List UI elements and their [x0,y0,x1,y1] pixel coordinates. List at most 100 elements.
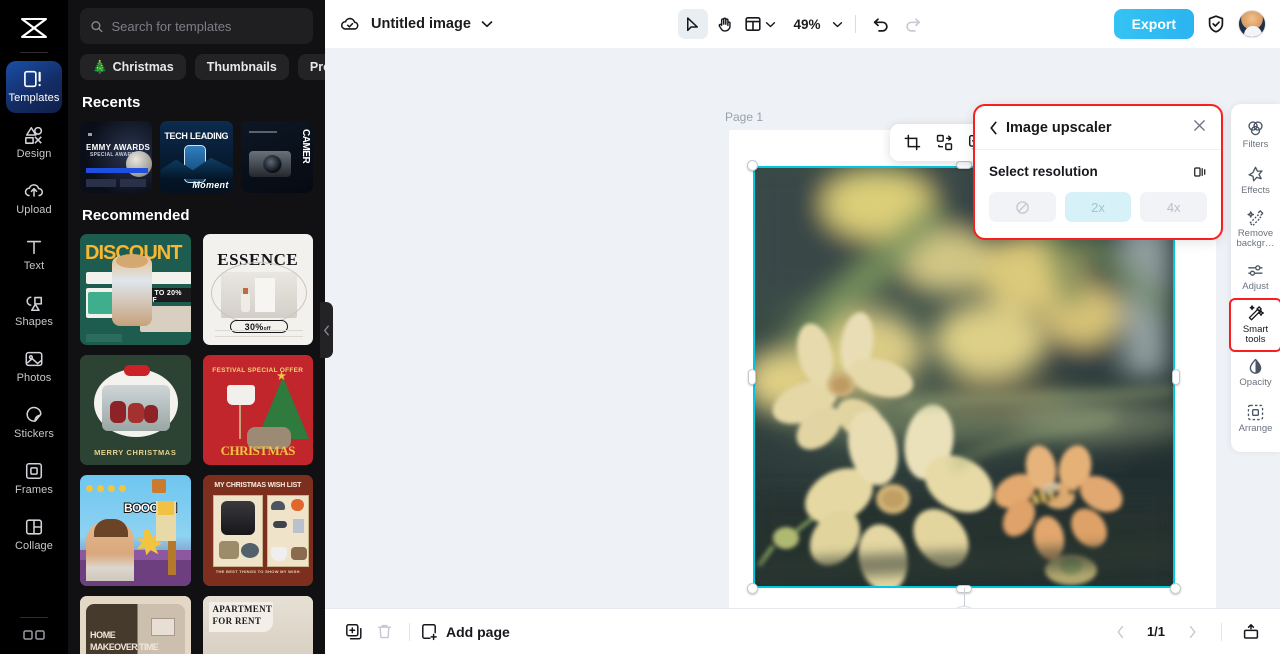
sidebar-item-shapes[interactable]: Shapes [6,285,62,337]
sidebar-item-label: Design [16,148,52,161]
resize-handle-top[interactable] [956,161,972,169]
redo-button[interactable] [898,9,928,39]
recommended-grid: DISCOUNT UP TO 20% OFF ESSENCE [80,234,313,654]
shapes-icon [26,296,43,312]
template-card[interactable]: TECH LEADING Moment [160,121,233,194]
undo-button[interactable] [866,9,896,39]
back-button[interactable] [989,121,998,135]
layout-tool-button[interactable] [741,15,777,33]
tool-label: Effects [1241,185,1270,197]
resize-handle-right[interactable] [1172,369,1180,385]
crop-icon [904,134,920,151]
close-button[interactable] [1192,118,1207,138]
add-page-icon [422,623,437,640]
search-input[interactable] [111,18,303,34]
document-title[interactable]: Untitled image [371,16,471,32]
crop-button[interactable] [898,129,926,157]
chevron-down-icon[interactable] [481,20,493,28]
resolution-option-none[interactable] [989,192,1056,222]
rotate-stem [964,588,965,608]
resize-handle-left[interactable] [748,369,756,385]
tool-remove-background[interactable]: Remove backgr… [1231,204,1280,254]
resize-handle-bottom-left[interactable] [747,583,758,594]
shield-check-icon[interactable] [1206,14,1226,34]
chevron-down-icon [765,21,775,27]
template-card[interactable]: HOME MAKEOVER TIME Shop Stylish Furnitur… [80,595,191,654]
resolution-options: 2x 4x [989,192,1208,222]
resize-handle-bottom-right[interactable] [1170,583,1181,594]
toolbar-right-group: Export [1113,9,1266,39]
sidebar-item-text[interactable]: Text [6,229,62,281]
sidebar-item-design[interactable]: Design [6,117,62,169]
sidebar-item-templates[interactable]: Templates [6,61,62,113]
sidebar-item-photos[interactable]: Photos [6,341,62,393]
template-card[interactable]: ESSENCE 30%off [202,234,313,345]
templates-icon [24,71,41,88]
tool-adjust[interactable]: Adjust [1231,254,1280,300]
chip-christmas[interactable]: 🎄 Christmas [80,54,186,80]
capcut-logo[interactable] [12,10,56,46]
toolbar-divider [854,15,856,33]
upscaler-body: Select resolution 2x 4x [975,150,1221,238]
prev-page-button[interactable] [1105,617,1135,647]
christmas-tree-emoji: 🎄 [92,59,108,74]
template-card[interactable]: APARTMENT FOR RENT [202,595,313,654]
resolution-option-4x[interactable]: 4x [1140,192,1208,222]
zoom-control[interactable]: 49% [791,17,844,32]
duplicate-page-button[interactable] [339,617,369,647]
tool-arrange[interactable]: Arrange [1231,396,1280,442]
avatar[interactable] [1238,10,1266,38]
tool-effects[interactable]: Effects [1231,158,1280,204]
select-tool-button[interactable] [677,9,708,39]
template-card[interactable]: MY CHRISTMAS WISH LIST THE BEST THINGS T… [202,475,313,586]
panel-collapse-handle[interactable] [320,302,333,358]
redo-icon [905,18,920,32]
tool-smart-tools[interactable]: Smart tools [1229,297,1280,352]
chip-thumbnails[interactable]: Thumbnails [194,54,289,80]
present-button[interactable] [1236,617,1266,647]
hand-tool-button[interactable] [709,9,739,39]
resolution-option-2x[interactable]: 2x [1064,192,1132,222]
more-apps-icon[interactable] [21,628,47,646]
tool-opacity[interactable]: Opacity [1231,350,1280,396]
adjust-icon [1248,265,1263,276]
rail-divider-bottom [20,617,48,618]
sidebar-item-upload[interactable]: Upload [6,173,62,225]
template-card[interactable]: CAMER [240,121,313,194]
resize-handle-top-left[interactable] [747,160,758,171]
template-card[interactable]: FESTIVAL SPECIAL OFFER CHRISTMAS [202,354,313,466]
delete-page-button[interactable] [369,617,399,647]
replace-icon [936,134,952,151]
layout-icon [744,16,761,31]
sidebar-item-stickers[interactable]: Stickers [6,397,62,449]
bottom-divider-right [1221,622,1222,641]
smart-tools-icon [1248,305,1264,321]
sidebar-item-frames[interactable]: Frames [6,453,62,505]
toolbar-center-group: 49% [677,9,927,39]
bottom-toolbar: Add page 1/1 [325,608,1280,654]
next-page-button[interactable] [1177,617,1207,647]
canvas-area[interactable]: Page 1 Image upscaler Select resolution … [325,48,1280,608]
top-toolbar: Untitled image 49% Export [325,0,1280,48]
tool-filters[interactable]: Filters [1231,112,1280,158]
sidebar-item-label: Stickers [14,428,54,441]
upload-cloud-icon [24,184,44,198]
sidebar-item-label: Photos [16,372,52,385]
chevron-left-icon [990,121,997,134]
template-card[interactable]: DISCOUNT UP TO 20% OFF [80,234,191,345]
page-nav-group: 1/1 [1105,617,1266,647]
replace-button[interactable] [930,129,958,157]
cloud-saved-icon[interactable] [339,15,361,33]
template-card[interactable]: EMMY AWARDS SPECIAL AWARD [80,121,153,194]
add-page-button[interactable]: Add page [420,623,510,641]
chip-products[interactable]: Produ [297,54,325,80]
chevron-down-icon [832,21,842,27]
template-card[interactable]: BOOOOM [80,475,191,586]
compare-icon[interactable] [1193,165,1207,179]
arrange-icon [1247,404,1264,421]
template-card[interactable]: MERRY CHRISTMAS [80,354,191,466]
frames-icon [25,463,43,480]
search-box[interactable] [80,8,313,44]
export-button[interactable]: Export [1113,9,1194,39]
sidebar-item-collage[interactable]: Collage [6,509,62,561]
